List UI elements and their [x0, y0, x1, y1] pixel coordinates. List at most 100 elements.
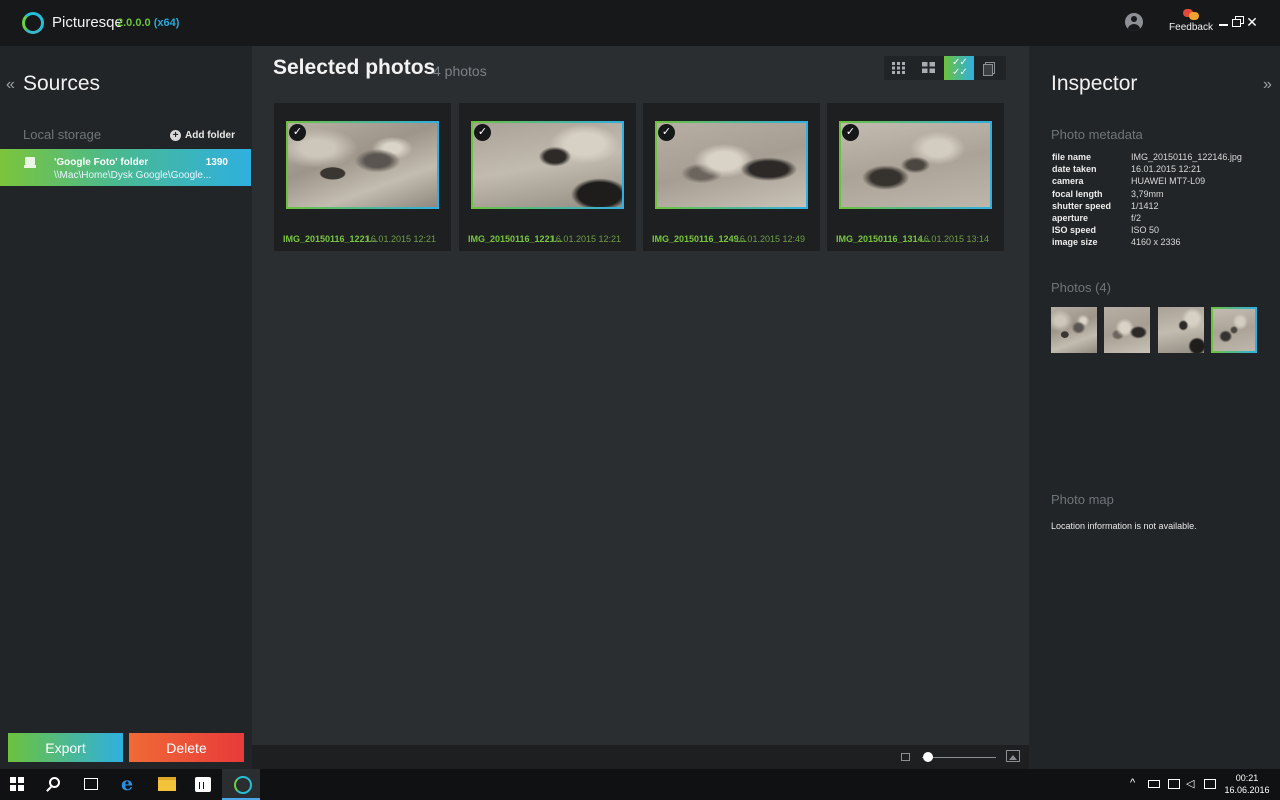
- battery-icon[interactable]: [1148, 780, 1160, 788]
- task-view-icon[interactable]: [84, 778, 98, 790]
- zoom-slider-handle[interactable]: [923, 752, 933, 762]
- title-bar: Picturesqe 2.0.0.0 (x64) Feedback ✕: [0, 0, 1280, 46]
- photo-thumbnail[interactable]: [471, 121, 624, 209]
- feedback-label: Feedback: [1169, 22, 1213, 33]
- inspector-thumbnails: [1051, 307, 1261, 353]
- view-large-grid-button[interactable]: [914, 56, 944, 80]
- picturesqe-taskbar-icon[interactable]: [222, 769, 260, 800]
- photo-filename: IMG_20150116_1221...: [283, 234, 378, 244]
- checkmark-icon[interactable]: ✓: [842, 124, 859, 141]
- app-name: Picturesqe: [52, 14, 123, 31]
- delete-button[interactable]: Delete: [129, 733, 244, 762]
- metadata-row: aperture f/2: [1052, 213, 1242, 225]
- chevron-up-icon[interactable]: ^: [1130, 777, 1135, 789]
- collapse-inspector-button[interactable]: »: [1263, 76, 1272, 94]
- metadata-row: date taken 16.01.2015 12:21: [1052, 164, 1242, 176]
- metadata-table: file name IMG_20150116_122146.jpg date ta…: [1052, 152, 1242, 250]
- zoom-slider-track[interactable]: [922, 757, 996, 758]
- taskbar-clock[interactable]: 00:21 16.06.2016: [1222, 772, 1272, 796]
- metadata-value: 3,79mm: [1131, 188, 1164, 199]
- inspector-thumbnail-active[interactable]: [1211, 307, 1257, 353]
- metadata-key: image size: [1052, 237, 1098, 248]
- small-image-icon[interactable]: [901, 753, 910, 761]
- inspector-title: Inspector: [1051, 72, 1138, 95]
- metadata-key: camera: [1052, 176, 1084, 187]
- checkmark-icon[interactable]: ✓: [474, 124, 491, 141]
- add-folder-button[interactable]: + Add folder: [170, 130, 235, 141]
- close-button[interactable]: ✕: [1245, 14, 1259, 30]
- photo-thumbnail[interactable]: [286, 121, 439, 209]
- small-grid-icon: [892, 62, 906, 74]
- app-logo-icon: [22, 12, 44, 34]
- double-check-icon: ✓✓ ✓✓: [952, 57, 968, 78]
- photo-date: 16.01.2015 12:21: [550, 234, 621, 244]
- minimize-button[interactable]: [1217, 14, 1231, 30]
- photo-card[interactable]: ✓ IMG_20150116_1221... 16.01.2015 12:21: [274, 103, 451, 251]
- app-version: 2.0.0.0 (x64): [117, 17, 179, 29]
- page-title: Selected photos: [273, 56, 436, 79]
- clock-date: 16.06.2016: [1224, 785, 1270, 795]
- photo-thumbnail[interactable]: [655, 121, 808, 209]
- stack-icon: [983, 62, 995, 76]
- app-architecture: (x64): [153, 17, 180, 29]
- app-version-number: 2.0.0.0: [117, 17, 151, 29]
- notifications-icon[interactable]: [1204, 779, 1216, 789]
- windows-start-icon[interactable]: [10, 777, 24, 791]
- photo-count: 4 photos: [433, 63, 487, 79]
- inspector-panel: Inspector » Photo metadata file name IMG_…: [1029, 46, 1280, 769]
- photo-thumbnail[interactable]: [839, 121, 992, 209]
- metadata-value: 1/1412: [1131, 200, 1159, 211]
- feedback-button[interactable]: Feedback: [1168, 9, 1214, 37]
- photo-filename: IMG_20150116_1314...: [836, 234, 931, 244]
- restore-button[interactable]: [1231, 14, 1245, 30]
- export-button[interactable]: Export: [8, 733, 123, 762]
- metadata-value: f/2: [1131, 212, 1142, 223]
- user-account-icon[interactable]: [1125, 13, 1143, 31]
- metadata-row: file name IMG_20150116_122146.jpg: [1052, 152, 1242, 164]
- collapse-sources-button[interactable]: «: [6, 76, 15, 94]
- view-stack-button[interactable]: [974, 56, 1004, 80]
- inspector-thumbnail[interactable]: [1051, 307, 1097, 353]
- store-icon[interactable]: [195, 777, 211, 792]
- source-name: 'Google Foto' folder: [54, 157, 149, 168]
- file-explorer-icon[interactable]: [158, 777, 176, 791]
- metadata-value: 4160 x 2336: [1131, 237, 1181, 248]
- metadata-key: file name: [1052, 152, 1092, 162]
- checkmark-icon[interactable]: ✓: [658, 124, 675, 141]
- network-icon[interactable]: [1168, 779, 1180, 789]
- local-storage-label: Local storage: [23, 127, 102, 142]
- photo-card[interactable]: ✓ IMG_20150116_1221... 16.01.2015 12:21: [459, 103, 636, 251]
- plus-icon: +: [170, 130, 181, 141]
- photo-date: 16.01.2015 12:49: [734, 234, 805, 244]
- inspector-thumbnail[interactable]: [1104, 307, 1150, 353]
- photo-filename: IMG_20150116_1221...: [468, 234, 563, 244]
- map-message: Location information is not available.: [1051, 521, 1197, 531]
- metadata-row: camera HUAWEI MT7-L09: [1052, 176, 1242, 188]
- windows-taskbar: e ^ ◁ 00:21 16.06.2016: [0, 769, 1280, 800]
- checkmark-icon[interactable]: ✓: [289, 124, 306, 141]
- view-selected-button[interactable]: ✓✓ ✓✓: [944, 56, 974, 80]
- photos-section-title: Photos (4): [1051, 280, 1111, 295]
- app-window: Picturesqe 2.0.0.0 (x64) Feedback ✕ « So…: [0, 0, 1280, 800]
- volume-icon[interactable]: ◁: [1186, 777, 1194, 790]
- chat-bubbles-icon: [1183, 9, 1199, 21]
- sources-title: Sources: [23, 72, 101, 95]
- photos-panel: Selected photos 4 photos ✓✓ ✓✓ ✓ IMG_2015…: [252, 46, 1029, 769]
- photo-date: 16.01.2015 13:14: [918, 234, 989, 244]
- metadata-row: shutter speed 1/1412: [1052, 201, 1242, 213]
- view-small-grid-button[interactable]: [884, 56, 914, 80]
- large-image-icon[interactable]: [1006, 750, 1020, 762]
- metadata-value: 16.01.2015 12:21: [1131, 164, 1202, 175]
- metadata-row: image size 4160 x 2336: [1052, 237, 1242, 249]
- photo-card[interactable]: ✓ IMG_20150116_1249... 16.01.2015 12:49: [643, 103, 820, 251]
- edge-browser-icon[interactable]: e: [121, 775, 139, 794]
- metadata-value: HUAWEI MT7-L09: [1131, 176, 1206, 187]
- photo-card[interactable]: ✓ IMG_20150116_1314... 16.01.2015 13:14: [827, 103, 1004, 251]
- large-grid-icon: [922, 62, 935, 73]
- inspector-thumbnail[interactable]: [1158, 307, 1204, 353]
- source-item-google-foto[interactable]: 'Google Foto' folder 1390 \\Mac\Home\Dys…: [0, 149, 251, 186]
- add-folder-label: Add folder: [185, 130, 235, 141]
- search-icon[interactable]: [49, 777, 60, 788]
- metadata-row: focal length 3,79mm: [1052, 189, 1242, 201]
- metadata-value: ISO 50: [1131, 225, 1160, 236]
